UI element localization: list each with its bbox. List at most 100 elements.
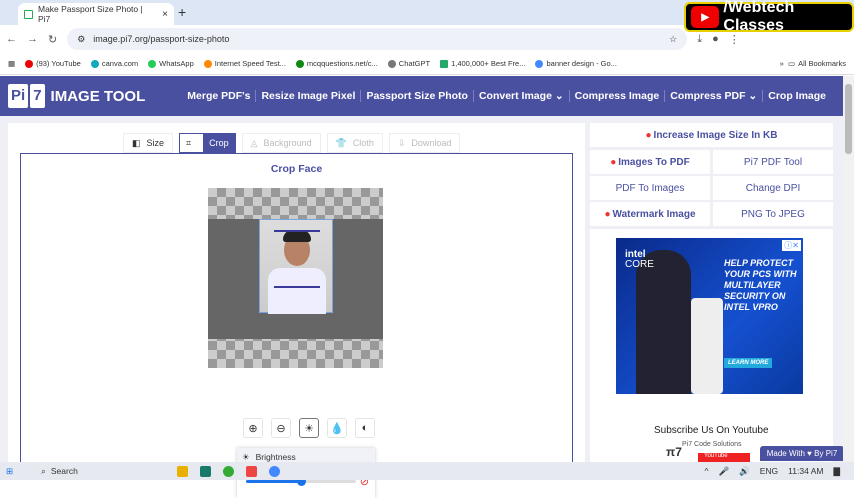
- logo-text: IMAGE TOOL: [50, 87, 146, 105]
- crop-selection[interactable]: [259, 219, 333, 314]
- sidebar: ● Increase Image Size In KB ● Images To PD…: [590, 123, 833, 463]
- link-label: PDF To Images: [615, 182, 685, 194]
- new-tab-button[interactable]: +: [178, 4, 186, 20]
- saturation-icon[interactable]: 💧: [327, 418, 347, 438]
- channel-logo: π7: [666, 445, 682, 459]
- bookmark-google[interactable]: banner design - Go...: [535, 59, 617, 68]
- youtube-icon: ▶: [691, 6, 720, 28]
- url-field[interactable]: ⚙ image.pi7.org/passport-size-photo ☆: [67, 28, 688, 50]
- bookmark-speedtest[interactable]: Internet Speed Test...: [203, 59, 286, 68]
- profile-avatar[interactable]: ●: [712, 33, 719, 45]
- download-icon[interactable]: ⤓: [697, 33, 702, 46]
- tray-chevron-icon[interactable]: ^: [705, 466, 709, 476]
- menu-convert-image[interactable]: Convert Image ⌄: [472, 90, 569, 102]
- logo-7: 7: [30, 84, 45, 108]
- clock[interactable]: 11:34 AM: [788, 466, 823, 476]
- brightness-icon[interactable]: ☀: [299, 418, 319, 438]
- link-label: Change DPI: [745, 182, 801, 194]
- apps-icon[interactable]: ▦: [8, 59, 15, 68]
- menu-crop-image[interactable]: Crop Image: [762, 90, 831, 102]
- taskbar-apps: [177, 465, 281, 477]
- menu-compress-pdf[interactable]: Compress PDF ⌄: [664, 90, 762, 102]
- tool-crop[interactable]: ⌗ Crop: [179, 133, 236, 153]
- ad-cta-button[interactable]: LEARN MORE: [724, 358, 773, 368]
- bookmark-pexels[interactable]: 1,400,000+ Best Fre...: [440, 59, 525, 68]
- advertisement[interactable]: intel CORE HELP PROTECT YOUR PCS WITH MUL…: [616, 238, 803, 394]
- bookmarks-bar: ▦ (93) YouTube canva.com WhatsApp Intern…: [0, 53, 854, 75]
- link-pdf-to-images[interactable]: PDF To Images: [590, 176, 710, 200]
- ad-headline: HELP PROTECT YOUR PCS WITH MULTILAYER SE…: [724, 258, 797, 312]
- link-images-to-pdf[interactable]: ● Images To PDF: [590, 150, 710, 174]
- back-icon[interactable]: ←: [6, 33, 17, 45]
- crop-canvas[interactable]: [208, 188, 383, 368]
- tool-steps: ◧ Size ⌗ Crop ◬ Background 👕 Cloth ⇩ Download: [123, 133, 461, 153]
- tool-cloth[interactable]: 👕 Cloth: [326, 133, 383, 153]
- brightness-icon: ☀: [242, 451, 250, 462]
- close-tab-icon[interactable]: ×: [162, 9, 168, 20]
- tab-bar: Make Passport Size Photo | Pi7 × + ▶/Webt…: [0, 0, 854, 34]
- chrome-icon[interactable]: [223, 465, 235, 477]
- tool-size[interactable]: ◧ Size: [123, 133, 174, 153]
- volume-icon[interactable]: 🔊: [739, 466, 750, 477]
- brightness-slider[interactable]: [246, 477, 356, 486]
- reload-icon[interactable]: ↻: [48, 33, 57, 46]
- link-increase-size[interactable]: ● Increase Image Size In KB: [590, 123, 833, 147]
- forward-icon[interactable]: →: [27, 33, 38, 45]
- windows-start-icon[interactable]: ⊞: [6, 466, 13, 477]
- site-navbar: Pi 7 IMAGE TOOL Merge PDF's Resize Image P…: [0, 76, 843, 116]
- bookmark-canva[interactable]: canva.com: [90, 59, 138, 68]
- chin-guide-line: [274, 286, 320, 288]
- panel-title: Crop Face: [270, 163, 323, 175]
- tool-label: Size: [146, 138, 165, 148]
- made-with-badge[interactable]: Made With ♥ By Pi7: [760, 446, 844, 461]
- browser-tab[interactable]: Make Passport Size Photo | Pi7 ×: [18, 3, 174, 25]
- tool-label: Cloth: [352, 138, 374, 148]
- recorder-icon[interactable]: [246, 465, 258, 477]
- ad-kiosk: [691, 298, 723, 394]
- bookmark-youtube[interactable]: (93) YouTube: [25, 59, 81, 68]
- star-icon[interactable]: ☆: [669, 34, 677, 45]
- tool-download[interactable]: ⇩ Download: [388, 133, 461, 153]
- head-guide-line: [274, 230, 320, 232]
- site-info-icon[interactable]: ⚙: [77, 34, 85, 45]
- file-explorer-icon[interactable]: [177, 465, 189, 477]
- link-change-dpi[interactable]: Change DPI: [713, 176, 833, 200]
- search-icon: ⌕: [41, 465, 46, 476]
- link-pdf-tool[interactable]: Pi7 PDF Tool: [713, 150, 833, 174]
- link-label: PNG To JPEG: [741, 208, 805, 220]
- taskbar: ⊞ ⌕ Search ^ 🎤 🔊 ENG 11:34 AM ▇: [0, 462, 854, 480]
- main-menu: Merge PDF's Resize Image Pixel Passport …: [182, 90, 831, 102]
- language-indicator[interactable]: ENG: [760, 466, 778, 476]
- notification-icon[interactable]: ▇: [833, 466, 840, 477]
- main-area: ◧ Size ⌗ Crop ◬ Background 👕 Cloth ⇩ Download…: [0, 116, 843, 498]
- bookmark-whatsapp[interactable]: WhatsApp: [148, 59, 194, 68]
- all-bookmarks[interactable]: » ▭ All Bookmarks: [780, 59, 846, 68]
- link-watermark[interactable]: ● Watermark Image: [590, 202, 710, 226]
- menu-merge-pdf[interactable]: Merge PDF's: [182, 90, 255, 102]
- url-text: image.pi7.org/passport-size-photo: [93, 34, 230, 44]
- ad-close-icon[interactable]: ⓘ✕: [782, 240, 801, 251]
- site-logo[interactable]: Pi 7 IMAGE TOOL: [8, 84, 145, 108]
- zoom-out-icon[interactable]: ⊖: [271, 418, 291, 438]
- chrome-active-icon[interactable]: [269, 465, 281, 477]
- menu-passport-photo[interactable]: Passport Size Photo: [360, 90, 473, 102]
- mic-icon[interactable]: 🎤: [719, 466, 730, 477]
- system-tray: ^ 🎤 🔊 ENG 11:34 AM ▇: [705, 466, 840, 477]
- page-scrollbar[interactable]: [843, 76, 854, 462]
- tool-background[interactable]: ◬ Background: [241, 133, 321, 153]
- crop-panel: Crop Face ⊕ ⊖ ☀ 💧 ◐ ☀ Brightness ⊘: [20, 153, 573, 498]
- link-label: Pi7 PDF Tool: [743, 156, 803, 168]
- bookmark-mcq[interactable]: mcqquestions.net/c...: [295, 59, 378, 68]
- tool-label: Crop: [203, 134, 235, 152]
- taskbar-search[interactable]: ⌕ Search: [41, 466, 161, 477]
- brightness-label: Brightness: [255, 452, 296, 462]
- link-png-to-jpeg[interactable]: PNG To JPEG: [713, 202, 833, 226]
- app-icon[interactable]: [200, 465, 212, 477]
- image-controls: ⊕ ⊖ ☀ 💧 ◐: [243, 418, 375, 438]
- contrast-icon[interactable]: ◐: [355, 418, 375, 438]
- bookmark-chatgpt[interactable]: ChatGPT: [387, 59, 430, 68]
- menu-compress-image[interactable]: Compress Image: [568, 90, 665, 102]
- zoom-in-icon[interactable]: ⊕: [243, 418, 263, 438]
- menu-resize-image[interactable]: Resize Image Pixel: [255, 90, 360, 102]
- channel-overlay: ▶/Webtech Classes: [684, 0, 854, 34]
